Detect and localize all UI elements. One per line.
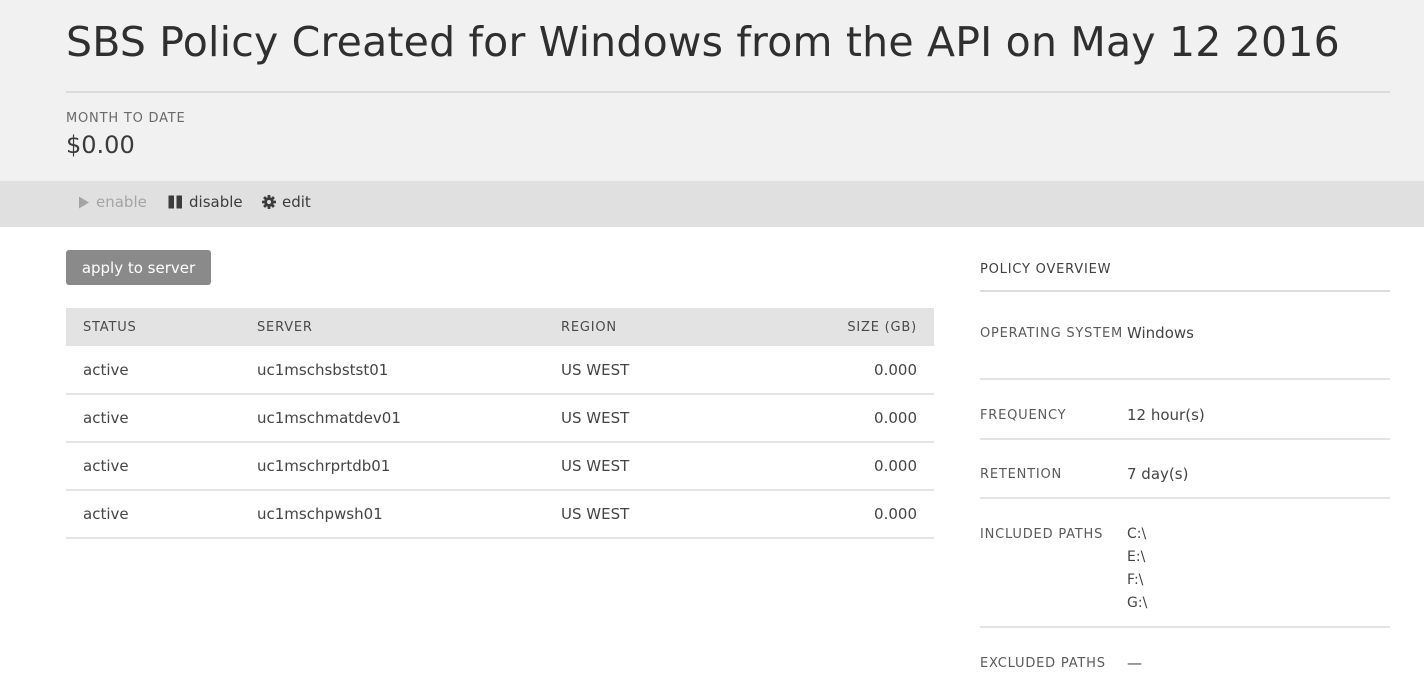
play-icon (78, 196, 90, 209)
table-row[interactable]: active uc1mschrprtdb01 US WEST 0.000 (66, 442, 934, 491)
included-paths-list: C:\ E:\ F:\ G:\ (1127, 523, 1147, 626)
excluded-paths-label: EXCLUDED PATHS (980, 656, 1106, 671)
edit-label: edit (282, 193, 311, 211)
size-cell: 0.000 (744, 490, 934, 539)
page-header: SBS Policy Created for Windows from the … (0, 0, 1424, 181)
included-path: G:\ (1127, 595, 1148, 611)
table-header-row: STATUS SERVER REGION SIZE (GB) (66, 308, 934, 346)
size-cell: 0.000 (744, 346, 934, 395)
overview-row-included-paths: INCLUDED PATHS C:\ E:\ F:\ G:\ (980, 523, 1390, 628)
disable-button[interactable]: disable (168, 193, 243, 211)
server-cell[interactable]: uc1mschmatdev01 (240, 394, 544, 443)
size-cell: 0.000 (744, 394, 934, 443)
edit-button[interactable]: edit (262, 193, 311, 211)
server-table: STATUS SERVER REGION SIZE (GB) active uc… (66, 308, 934, 539)
os-label: OPERATING SYSTEM (980, 326, 1123, 341)
included-path: F:\ (1127, 572, 1144, 588)
table-row[interactable]: active uc1mschmatdev01 US WEST 0.000 (66, 394, 934, 443)
region-cell: US WEST (544, 442, 744, 491)
excluded-paths-value: — (1127, 654, 1142, 672)
table-row[interactable]: active uc1mschsbstst01 US WEST 0.000 (66, 346, 934, 395)
os-value: Windows (1127, 324, 1194, 342)
pause-icon (168, 195, 183, 209)
overview-row-os: OPERATING SYSTEM Windows (980, 322, 1390, 380)
region-cell: US WEST (544, 490, 744, 539)
table-row[interactable]: active uc1mschpwsh01 US WEST 0.000 (66, 490, 934, 539)
included-paths-label: INCLUDED PATHS (980, 527, 1104, 542)
status-cell: active (66, 394, 240, 443)
included-path: C:\ (1127, 526, 1147, 542)
disable-label: disable (189, 193, 243, 211)
overview-row-frequency: FREQUENCY 12 hour(s) (980, 404, 1390, 440)
retention-label: RETENTION (980, 467, 1063, 482)
policy-overview-panel: POLICY OVERVIEW (980, 258, 1390, 292)
title-divider (66, 91, 1390, 93)
included-path: E:\ (1127, 549, 1146, 565)
server-cell[interactable]: uc1mschpwsh01 (240, 490, 544, 539)
overview-row-excluded-paths: EXCLUDED PATHS — (980, 652, 1390, 682)
region-cell: US WEST (544, 394, 744, 443)
column-header-status[interactable]: STATUS (66, 308, 240, 346)
status-cell: active (66, 442, 240, 491)
column-header-server[interactable]: SERVER (240, 308, 544, 346)
server-cell[interactable]: uc1mschsbstst01 (240, 346, 544, 395)
frequency-value: 12 hour(s) (1127, 406, 1205, 424)
month-to-date-value: $0.00 (66, 131, 135, 159)
retention-value: 7 day(s) (1127, 465, 1189, 483)
enable-label: enable (96, 193, 147, 211)
gear-icon (262, 195, 276, 209)
column-header-size[interactable]: SIZE (GB) (744, 308, 934, 346)
column-header-region[interactable]: REGION (544, 308, 744, 346)
server-cell[interactable]: uc1mschrprtdb01 (240, 442, 544, 491)
frequency-label: FREQUENCY (980, 408, 1067, 423)
region-cell: US WEST (544, 346, 744, 395)
page-title: SBS Policy Created for Windows from the … (66, 18, 1340, 66)
policy-overview-title: POLICY OVERVIEW (980, 258, 1390, 292)
policy-toolbar: enable disable edit (0, 181, 1424, 227)
overview-row-retention: RETENTION 7 day(s) (980, 463, 1390, 499)
status-cell: active (66, 346, 240, 395)
apply-to-server-button[interactable]: apply to server (66, 250, 211, 285)
month-to-date-label: MONTH TO DATE (66, 111, 186, 126)
status-cell: active (66, 490, 240, 539)
enable-button[interactable]: enable (78, 193, 147, 211)
size-cell: 0.000 (744, 442, 934, 491)
